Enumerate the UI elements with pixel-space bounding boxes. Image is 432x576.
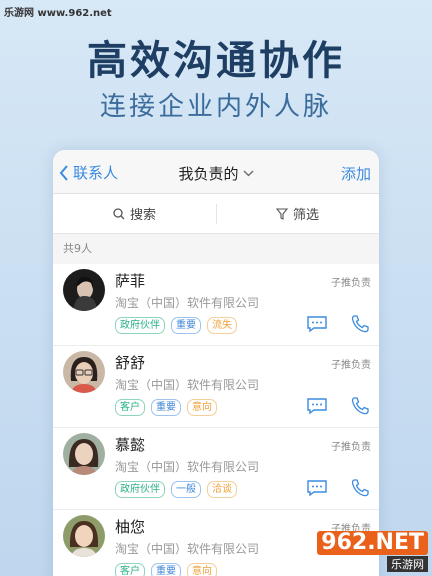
phone-screen: 联系人 我负责的 添加 搜索 筛选 共9人 萨菲 子推负责 淘宝（中国）软件有限… (53, 150, 379, 576)
contact-company: 淘宝（中国）软件有限公司 (115, 378, 260, 392)
contact-company: 淘宝（中国）软件有限公司 (115, 296, 260, 310)
tag-list: 客户 重要 意向 (115, 563, 217, 576)
contact-owner: 子推负责 (331, 442, 371, 453)
hero-title: 高效沟通协作 (87, 38, 345, 84)
tag: 客户 (115, 399, 145, 416)
avatar (63, 515, 105, 557)
contact-name: 舒舒 (115, 354, 146, 372)
phone-icon[interactable] (350, 478, 370, 498)
search-label: 搜索 (129, 208, 156, 223)
contact-row[interactable]: 舒舒 子推负责 淘宝（中国）软件有限公司 客户 重要 意向 (53, 346, 379, 428)
watermark-text: 乐游网 (387, 556, 428, 572)
search-icon (113, 207, 125, 219)
tag: 流失 (207, 317, 237, 334)
message-icon[interactable] (306, 315, 328, 333)
tag-list: 客户 重要 意向 (115, 399, 217, 416)
contact-name: 柚您 (115, 518, 146, 536)
chevron-down-icon (243, 170, 253, 177)
contact-row[interactable]: 萨菲 子推负责 淘宝（中国）软件有限公司 政府伙伴 重要 流失 (53, 264, 379, 346)
tag-list: 政府伙伴 重要 流失 (115, 317, 237, 334)
contact-row[interactable]: 慕懿 子推负责 淘宝（中国）软件有限公司 政府伙伴 一般 洽谈 (53, 428, 379, 510)
filter-label: 筛选 (292, 208, 319, 223)
contact-company: 淘宝（中国）软件有限公司 (115, 542, 260, 556)
tag: 重要 (151, 399, 181, 416)
tag: 意向 (187, 563, 217, 576)
phone-icon[interactable] (350, 396, 370, 416)
contact-owner: 子推负责 (331, 360, 371, 371)
contact-owner: 子推负责 (331, 278, 371, 289)
watermark-bottom-right: 962.NET 乐游网 (317, 531, 428, 572)
tag: 政府伙伴 (115, 317, 165, 334)
watermark-logo: 962.NET (317, 531, 428, 555)
tag: 洽谈 (207, 481, 237, 498)
watermark-top-left: 乐游网 www.962.net (4, 8, 112, 19)
message-icon[interactable] (306, 479, 328, 497)
avatar (63, 269, 105, 311)
tag: 政府伙伴 (115, 481, 165, 498)
nav-title: 我负责的 (178, 165, 239, 183)
tag: 重要 (151, 563, 181, 576)
filter-button[interactable]: 筛选 (216, 194, 379, 233)
add-button[interactable]: 添加 (341, 163, 371, 184)
toolbar: 搜索 筛选 (53, 194, 379, 234)
message-icon[interactable] (306, 397, 328, 415)
tag: 客户 (115, 563, 145, 576)
filter-icon (275, 207, 288, 220)
contact-name: 萨菲 (115, 272, 146, 290)
tag: 一般 (171, 481, 201, 498)
nav-bar: 联系人 我负责的 添加 (53, 150, 379, 194)
phone-icon[interactable] (350, 314, 370, 334)
search-button[interactable]: 搜索 (53, 194, 216, 233)
avatar (63, 351, 105, 393)
hero-subtitle: 连接企业内外人脉 (99, 92, 332, 122)
contact-name: 慕懿 (115, 436, 146, 454)
tag-list: 政府伙伴 一般 洽谈 (115, 481, 237, 498)
contact-company: 淘宝（中国）软件有限公司 (115, 460, 260, 474)
view-selector[interactable]: 我负责的 (53, 163, 379, 184)
avatar (63, 433, 105, 475)
tag: 意向 (187, 399, 217, 416)
tag: 重要 (171, 317, 201, 334)
list-count: 共9人 (63, 242, 92, 255)
